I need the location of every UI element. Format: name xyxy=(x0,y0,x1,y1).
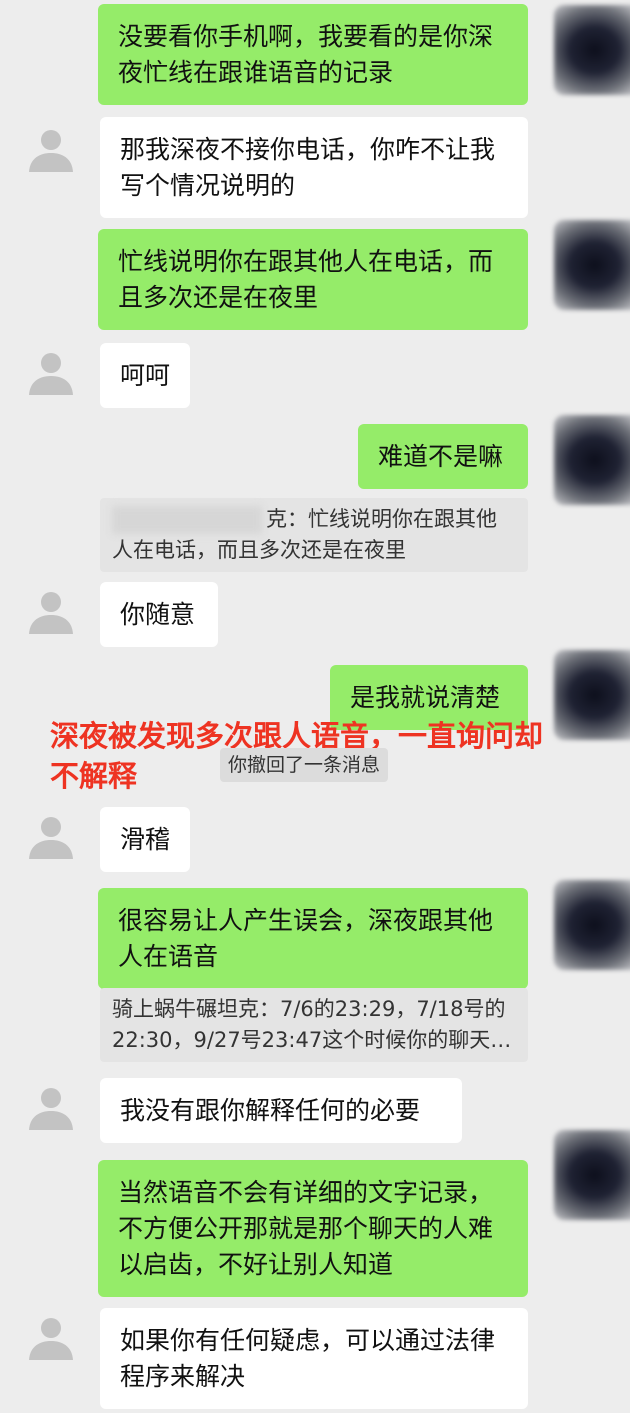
message-bubble-received[interactable]: 呵呵 xyxy=(100,343,190,408)
message-bubble-sent[interactable]: 难道不是嘛 xyxy=(358,424,528,489)
message-bubble-received[interactable]: 如果你有任何疑虑，可以通过法律程序来解决 xyxy=(100,1308,528,1409)
avatar-self[interactable] xyxy=(554,415,630,505)
default-avatar-icon[interactable] xyxy=(26,124,76,174)
avatar-self[interactable] xyxy=(554,880,630,970)
recall-notice: 你撤回了一条消息 xyxy=(220,748,389,782)
message-bubble-received[interactable]: 滑稽 xyxy=(100,807,190,872)
default-avatar-icon[interactable] xyxy=(26,1082,76,1132)
quoted-message[interactable]: 克：忙线说明你在跟其他人在电话，而且多次还是在夜里 xyxy=(100,498,528,572)
message-bubble-received[interactable]: 那我深夜不接你电话，你咋不让我写个情况说明的 xyxy=(100,117,528,218)
message-bubble-sent[interactable]: 当然语音不会有详细的文字记录，不方便公开那就是那个聊天的人难以启齿，不好让别人知… xyxy=(98,1160,528,1297)
message-bubble-sent[interactable]: 没要看你手机啊，我要看的是你深夜忙线在跟谁语音的记录 xyxy=(98,4,528,105)
default-avatar-icon[interactable] xyxy=(26,586,76,636)
message-bubble-received[interactable]: 你随意 xyxy=(100,582,218,647)
default-avatar-icon[interactable] xyxy=(26,1312,76,1362)
avatar-self[interactable] xyxy=(554,220,630,310)
blurred-sender-name xyxy=(112,506,262,534)
default-avatar-icon[interactable] xyxy=(26,347,76,397)
message-bubble-received[interactable]: 我没有跟你解释任何的必要 xyxy=(100,1078,462,1143)
avatar-self[interactable] xyxy=(554,5,630,95)
quoted-message[interactable]: 骑上蜗牛碾坦克：7/6的23:29，7/18号的22:30，9/27号23:47… xyxy=(100,988,528,1062)
message-bubble-sent[interactable]: 很容易让人产生误会，深夜跟其他人在语音 xyxy=(98,888,528,989)
default-avatar-icon[interactable] xyxy=(26,811,76,861)
message-bubble-sent[interactable]: 忙线说明你在跟其他人在电话，而且多次还是在夜里 xyxy=(98,229,528,330)
avatar-self[interactable] xyxy=(554,1130,630,1220)
